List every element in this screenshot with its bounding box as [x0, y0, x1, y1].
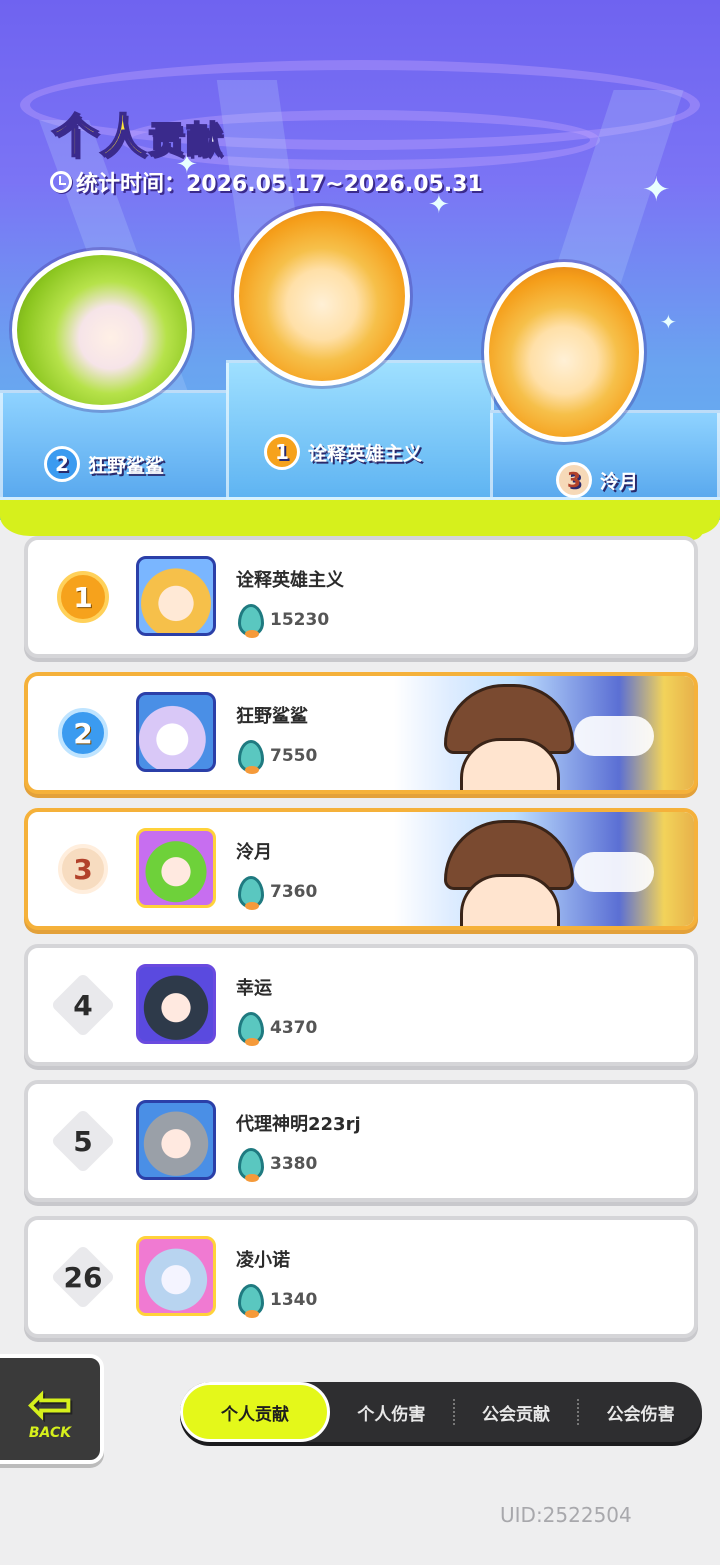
profile-banner	[394, 812, 694, 926]
player-name: 诠释英雄主义	[236, 570, 344, 591]
egg-icon	[238, 1148, 264, 1182]
tab-guild-contribution[interactable]: 公会贡献	[455, 1382, 578, 1442]
sparkle-icon: ✦	[642, 170, 671, 210]
medal-icon: 1	[264, 434, 300, 470]
ranking-row[interactable]: 3 泠月 7360	[24, 808, 698, 930]
podium-label-3: 3 泠月	[556, 462, 638, 498]
avatar[interactable]	[136, 556, 216, 636]
player-name: 凌小诺	[236, 1250, 290, 1271]
avatar[interactable]	[136, 692, 216, 772]
player-name: 泠月	[236, 842, 272, 863]
player-name: 代理神明223rj	[236, 1114, 361, 1135]
tab-personal-damage[interactable]: 个人伤害	[330, 1382, 453, 1442]
stat-time: 统计时间：2026.05.17~2026.05.31	[50, 166, 483, 198]
rank-badge: 3	[54, 840, 112, 898]
avatar[interactable]	[136, 964, 216, 1044]
ranking-row[interactable]: 4 幸运 4370	[24, 944, 698, 1066]
page-title: 个人贡献	[51, 108, 225, 164]
avatar[interactable]	[136, 1236, 216, 1316]
podium-label-1: 1 诠释英雄主义	[264, 434, 422, 470]
ranking-row[interactable]: 1 诠释英雄主义 15230	[24, 536, 698, 658]
podium-character-2[interactable]	[12, 250, 192, 410]
ranking-row[interactable]: 5 代理神明223rj 3380	[24, 1080, 698, 1202]
ranking-row-self[interactable]: 26 凌小诺 1340	[24, 1216, 698, 1338]
slime-divider	[0, 500, 720, 536]
player-name: 狂野鲨鲨	[236, 706, 308, 727]
player-name: 幸运	[236, 978, 272, 999]
back-button[interactable]: ⇦ BACK	[0, 1354, 104, 1464]
score: 4370	[238, 1012, 317, 1046]
ranking-row[interactable]: 2 狂野鲨鲨 7550	[24, 672, 698, 794]
clock-icon	[50, 171, 72, 193]
rank-badge: 4	[50, 972, 116, 1038]
sparkle-icon: ✦	[660, 310, 677, 334]
score: 7550	[238, 740, 317, 774]
tab-personal-contribution[interactable]: 个人贡献	[180, 1382, 330, 1442]
rank-badge: 26	[50, 1244, 116, 1310]
podium-character-1[interactable]	[234, 206, 410, 386]
podium-label-2: 2 狂野鲨鲨	[44, 446, 164, 482]
avatar[interactable]	[136, 1100, 216, 1180]
egg-icon	[238, 876, 264, 910]
medal-icon: 2	[44, 446, 80, 482]
rank-badge: 1	[54, 568, 112, 626]
score: 3380	[238, 1148, 317, 1182]
score: 1340	[238, 1284, 317, 1318]
tab-guild-damage[interactable]: 公会伤害	[579, 1382, 702, 1442]
medal-icon: 3	[556, 462, 592, 498]
score: 7360	[238, 876, 317, 910]
podium-header: ✦ ✦ ✦ ✦ 个人贡献 统计时间：2026.05.17~2026.05.31 …	[0, 0, 720, 520]
egg-icon	[238, 1012, 264, 1046]
profile-banner	[394, 676, 694, 790]
egg-icon	[238, 604, 264, 638]
egg-icon	[238, 740, 264, 774]
uid-label: UID:2522504	[500, 1503, 632, 1527]
egg-icon	[238, 1284, 264, 1318]
tab-bar: 个人贡献 个人伤害 公会贡献 公会伤害	[180, 1382, 702, 1442]
podium-character-3[interactable]	[484, 262, 644, 442]
rank-badge: 2	[54, 704, 112, 762]
avatar[interactable]	[136, 828, 216, 908]
rank-badge: 5	[50, 1108, 116, 1174]
podium-block-1	[226, 360, 494, 500]
score: 15230	[238, 604, 329, 638]
